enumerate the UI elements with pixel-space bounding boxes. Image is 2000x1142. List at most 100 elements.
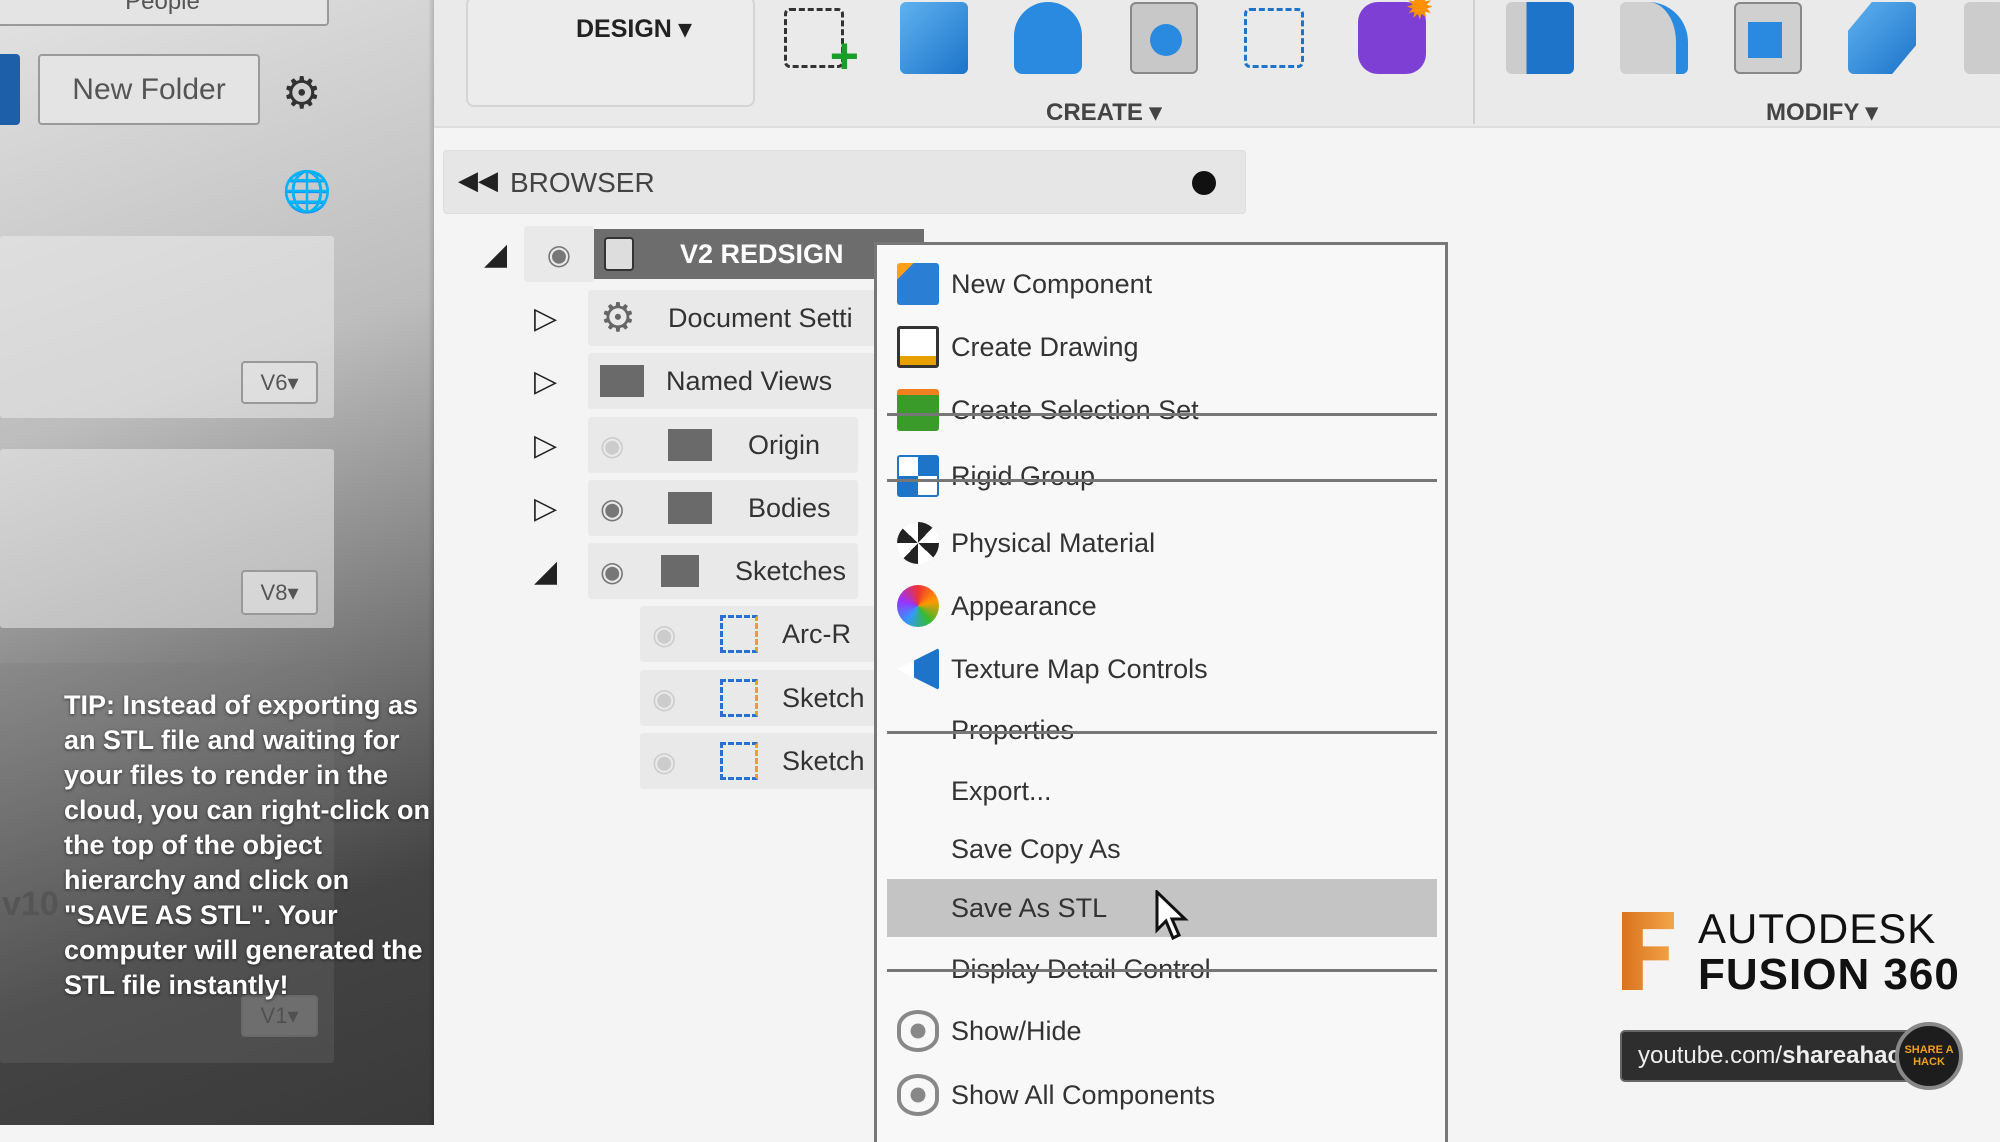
folder-icon <box>600 365 644 397</box>
menu-item-create-drawing[interactable]: Create Drawing <box>887 318 1437 376</box>
rigid-group-icon <box>897 455 939 497</box>
menu-item-physical-material[interactable]: Physical Material <box>887 514 1437 572</box>
mouse-cursor-icon <box>1155 890 1189 941</box>
selection-set-icon <box>897 389 939 431</box>
menu-item-show-all-components[interactable]: Show All Components <box>887 1066 1437 1124</box>
hidden-eye-icon[interactable]: ◉ <box>652 745 702 778</box>
extrude-icon[interactable] <box>900 2 968 74</box>
fusion-logo <box>1622 912 1674 990</box>
hidden-eye-icon[interactable]: ◉ <box>652 682 702 715</box>
browser-item[interactable]: ◉ Sketch <box>640 733 880 789</box>
menu-separator <box>887 731 1437 734</box>
eye-icon <box>897 1010 939 1052</box>
menu-item-rigid-group[interactable]: Rigid Group <box>887 447 1437 505</box>
blank-icon-slot <box>897 887 939 929</box>
browser-item[interactable]: ◉ Arc-R <box>640 606 880 662</box>
version-label: V1 <box>260 1003 288 1028</box>
texture-map-icon <box>897 648 939 690</box>
menu-item-create-selection-set[interactable]: Create Selection Set <box>887 381 1437 439</box>
new-component-icon <box>897 263 939 305</box>
menu-item-new-component[interactable]: New Component <box>887 255 1437 313</box>
gear-icon[interactable]: ⚙ <box>282 68 321 119</box>
folder-icon <box>661 555 699 587</box>
collapsed-triangle-icon[interactable]: ▷ <box>534 428 564 463</box>
browser-item[interactable]: ◉ Sketch <box>640 670 880 726</box>
sketch-icon <box>720 615 758 653</box>
browser-item-label: Document Setti <box>668 302 853 333</box>
menu-item-show-hide[interactable]: Show/Hide <box>887 1002 1437 1060</box>
pattern-icon[interactable] <box>1244 8 1304 68</box>
browser-item[interactable]: ▷ ◉ Bodies <box>534 480 858 536</box>
new-folder-button[interactable]: New Folder <box>38 54 260 125</box>
menu-item-appearance[interactable]: Appearance <box>887 577 1437 635</box>
browser-item[interactable]: ▷ ⚙ Document Setti <box>534 290 878 346</box>
gear-icon: ⚙ <box>600 296 636 340</box>
eye-icon[interactable]: ◉ <box>600 555 643 588</box>
brand-name: AUTODESK <box>1698 905 1937 952</box>
menu-item-label: Save As STL <box>951 892 1108 923</box>
eye-icon[interactable]: ◉ <box>524 226 594 282</box>
group-divider <box>1473 0 1475 124</box>
upload-button[interactable] <box>0 54 20 125</box>
url-prefix: youtube.com/ <box>1638 1042 1783 1069</box>
fillet-icon[interactable] <box>1620 2 1688 74</box>
blank-icon-slot <box>897 709 939 751</box>
product-name: FUSION 360 <box>1698 950 1960 999</box>
modify-menu[interactable]: MODIFY ▾ <box>1766 98 1878 127</box>
version-label: V6 <box>260 369 288 395</box>
browser-root-row[interactable]: ◢ ◉ V2 REDSIGN <box>484 226 924 282</box>
hidden-eye-icon[interactable]: ◉ <box>652 618 702 651</box>
shareahack-badge: SHARE A HACK <box>1895 1022 1963 1090</box>
collapsed-triangle-icon[interactable]: ▷ <box>534 364 564 399</box>
hole-icon[interactable] <box>1130 2 1198 74</box>
hidden-eye-icon[interactable]: ◉ <box>600 429 650 462</box>
version-dropdown[interactable]: V6 ▾ <box>241 361 318 404</box>
combine-icon[interactable] <box>1848 2 1916 74</box>
version-dropdown[interactable]: V8 ▾ <box>241 570 318 615</box>
material-icon <box>897 522 939 564</box>
browser-item[interactable]: ◢ ◉ Sketches <box>534 543 858 599</box>
globe-icon[interactable]: 🌐 <box>282 168 332 215</box>
menu-item-label: Texture Map Controls <box>951 653 1208 684</box>
browser-item-label: Sketches <box>734 555 846 586</box>
scale-icon[interactable] <box>1964 2 2000 74</box>
menu-item-properties[interactable]: Properties <box>887 701 1437 759</box>
modify-label: MODIFY <box>1766 99 1859 126</box>
youtube-link[interactable]: youtube.com/shareahack <box>1620 1030 1920 1082</box>
browser-item-label: Sketch <box>782 682 865 713</box>
component-icon <box>604 237 634 271</box>
expanded-triangle-icon[interactable]: ◢ <box>484 237 514 272</box>
revolve-icon[interactable] <box>1014 2 1082 74</box>
collapsed-triangle-icon[interactable]: ▷ <box>534 301 564 336</box>
expanded-triangle-icon[interactable]: ◢ <box>534 554 564 589</box>
browser-item-label: Origin <box>748 429 821 460</box>
pin-icon[interactable] <box>1192 171 1216 195</box>
browser-item-label: Arc-R <box>782 618 851 649</box>
tip-caption: TIP: Instead of exporting as an STL file… <box>64 690 431 1000</box>
eye-icon[interactable]: ◉ <box>600 492 650 525</box>
menu-item-label: Appearance <box>951 590 1097 621</box>
menu-item-save-copy-as[interactable]: Save Copy As <box>887 820 1437 878</box>
shell-icon[interactable] <box>1734 2 1802 74</box>
collapse-browser-icon[interactable]: ◀◀ <box>458 165 498 196</box>
menu-item-label: Properties <box>951 714 1075 745</box>
create-menu[interactable]: CREATE ▾ <box>1046 98 1162 127</box>
browser-item[interactable]: ▷ Named Views <box>534 353 878 409</box>
collapsed-triangle-icon[interactable]: ▷ <box>534 491 564 526</box>
create-sketch-icon[interactable]: + <box>784 8 859 84</box>
version-text: v10 <box>2 885 59 923</box>
workspace-switcher[interactable]: DESIGN ▾ <box>466 0 755 107</box>
blank-icon-slot <box>897 828 939 870</box>
create-label: CREATE <box>1046 99 1143 126</box>
menu-item-export[interactable]: Export... <box>887 762 1437 820</box>
press-pull-icon[interactable] <box>1506 2 1574 74</box>
people-button[interactable]: People <box>0 0 329 26</box>
browser-item[interactable]: ▷ ◉ Origin <box>534 417 858 473</box>
menu-separator <box>887 479 1437 482</box>
menu-item-label: Show/Hide <box>951 1015 1082 1046</box>
people-label: People <box>125 0 200 15</box>
sketch-icon <box>720 679 758 717</box>
menu-item-texture-map-controls[interactable]: Texture Map Controls <box>887 640 1437 698</box>
browser-header: ◀◀ BROWSER <box>443 150 1246 214</box>
form-icon[interactable]: ✹ <box>1358 0 1434 74</box>
